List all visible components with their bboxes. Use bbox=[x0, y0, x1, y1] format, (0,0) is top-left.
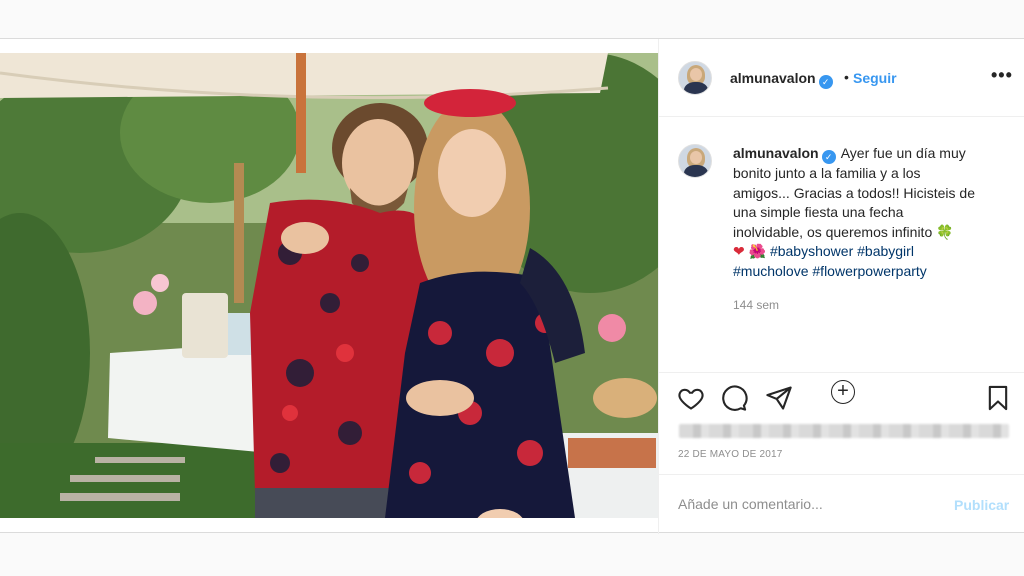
browser-top-area bbox=[0, 0, 1024, 38]
post-header: almunavalon ✓ • Seguir ••• bbox=[659, 39, 1024, 117]
follow-button[interactable]: Seguir bbox=[853, 70, 897, 86]
hashtag-link[interactable]: #babyshower bbox=[770, 243, 853, 259]
caption-avatar[interactable] bbox=[678, 144, 712, 178]
post-date: 22 DE MAYO DE 2017 bbox=[678, 449, 783, 460]
add-comment-row: Publicar bbox=[659, 474, 1024, 534]
avatar[interactable] bbox=[678, 61, 712, 95]
caption-text: almunavalon ✓ Ayer fue un día muy bonito … bbox=[733, 144, 1003, 281]
caption-line: una simple fiesta una fecha bbox=[733, 204, 904, 220]
likes-count-blurred bbox=[679, 424, 1009, 438]
caption-username-link[interactable]: almunavalon ✓ bbox=[733, 145, 836, 164]
hashtag-link[interactable]: #flowerpowerparty bbox=[812, 263, 926, 279]
caption-line: amigos... Gracias a todos!! Hicisteis de bbox=[733, 184, 975, 201]
caption-line: Ayer fue un día muy bbox=[840, 145, 966, 161]
verified-badge-icon: ✓ bbox=[821, 150, 836, 164]
clover-icon: 🍀 bbox=[936, 223, 954, 240]
verified-badge-icon: ✓ bbox=[818, 75, 833, 89]
bookmark-icon[interactable] bbox=[984, 384, 1012, 417]
username-link[interactable]: almunavalon ✓ bbox=[730, 70, 833, 89]
separator-dot: • bbox=[844, 69, 849, 85]
hashtag-link[interactable]: #babygirl bbox=[857, 243, 914, 259]
caption-line: bonito junto a la familia y a los bbox=[733, 165, 921, 181]
photo-illustration bbox=[0, 53, 658, 518]
post-sidebar: almunavalon ✓ • Seguir ••• almunavalon ✓ A… bbox=[658, 39, 1024, 534]
more-options-icon[interactable]: ••• bbox=[991, 65, 1013, 86]
post-photo[interactable] bbox=[0, 53, 658, 518]
post-time-ago[interactable]: 144 sem bbox=[733, 298, 779, 312]
flower-emoji-icon: 🌺 bbox=[748, 243, 767, 259]
action-bar bbox=[659, 372, 1024, 422]
hashtag-link[interactable]: #mucholove bbox=[733, 263, 809, 279]
post-card: almunavalon ✓ • Seguir ••• almunavalon ✓ A… bbox=[0, 38, 1024, 534]
publish-button[interactable]: Publicar bbox=[954, 497, 1009, 513]
comment-input[interactable] bbox=[678, 496, 938, 512]
comment-icon[interactable] bbox=[720, 384, 748, 417]
comments-area: almunavalon ✓ Ayer fue un día muy bonito … bbox=[659, 118, 1024, 404]
heart-emoji-icon: ❤ bbox=[733, 243, 745, 259]
caption-line: inolvidable, os queremos infinito bbox=[733, 223, 933, 240]
heart-icon[interactable] bbox=[677, 384, 705, 417]
share-icon[interactable] bbox=[765, 384, 793, 417]
